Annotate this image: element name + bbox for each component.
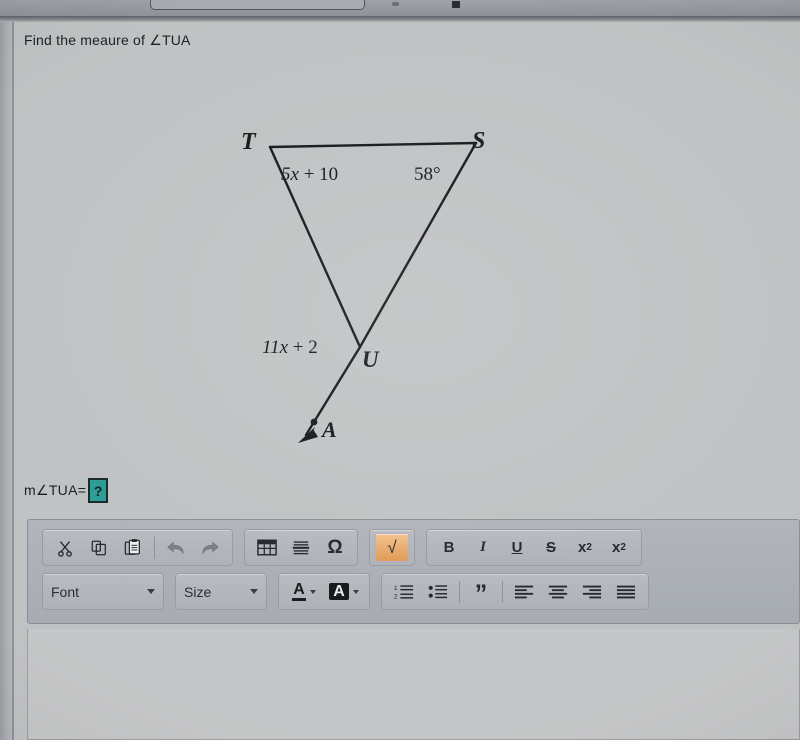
highlight-color-glyph: A bbox=[329, 582, 349, 601]
underline-button[interactable]: U bbox=[500, 533, 534, 562]
italic-button[interactable]: I bbox=[466, 533, 500, 562]
toolbar-row-2: Font Size A A 1 2 ” bbox=[42, 573, 649, 610]
square-root-icon[interactable]: √ bbox=[375, 533, 409, 562]
question-prompt: Find the meaure of ∠TUA bbox=[24, 32, 191, 48]
bulleted-list-icon[interactable] bbox=[421, 577, 455, 606]
subscript-button[interactable]: x2 bbox=[568, 533, 602, 562]
copy-icon[interactable] bbox=[82, 533, 116, 562]
angle-measure-at-S: 58° bbox=[414, 164, 441, 185]
paragraph-group: 1 2 ” bbox=[381, 573, 649, 610]
angle-expression-at-T: 5x + 10 bbox=[281, 164, 338, 186]
blockquote-icon[interactable]: ” bbox=[464, 577, 498, 607]
toolbar-separator bbox=[502, 580, 503, 603]
special-character-icon[interactable]: Ω bbox=[318, 533, 352, 562]
triangle-diagram-svg bbox=[268, 141, 478, 443]
bold-button[interactable]: B bbox=[432, 533, 466, 562]
vertex-label-S: S bbox=[472, 128, 486, 154]
angle-U-coefficient: 11x bbox=[262, 337, 289, 358]
toolbar-separator bbox=[459, 580, 460, 603]
color-group: A A bbox=[278, 573, 370, 610]
align-justify-icon[interactable] bbox=[609, 577, 643, 606]
table-icon[interactable] bbox=[250, 533, 284, 562]
clipboard-group bbox=[42, 529, 233, 566]
chrome-marker-icon bbox=[452, 1, 460, 8]
answer-input-box[interactable]: ? bbox=[88, 478, 109, 503]
chrome-address-field[interactable] bbox=[150, 0, 365, 10]
align-left-icon[interactable] bbox=[507, 577, 541, 606]
point-marker-A bbox=[310, 418, 318, 426]
toolbar-row-1: Ω √ B I U S x2 x2 bbox=[42, 529, 642, 566]
size-select[interactable]: Size bbox=[175, 573, 267, 610]
vertex-label-T: T bbox=[241, 129, 256, 155]
editor-content-area[interactable] bbox=[27, 629, 800, 740]
subscript-base: x bbox=[578, 539, 587, 556]
angle-T-coefficient: 5x bbox=[281, 164, 299, 185]
cut-icon[interactable] bbox=[48, 533, 82, 562]
equation-group: √ bbox=[369, 529, 415, 566]
segment-TS bbox=[268, 141, 478, 149]
strikethrough-button[interactable]: S bbox=[534, 533, 568, 562]
vertex-label-A: A bbox=[322, 417, 337, 442]
undo-icon[interactable] bbox=[159, 533, 193, 562]
question-page: Find the meaure of ∠TUA T S U A 5x + 10 … bbox=[14, 22, 800, 740]
text-color-button[interactable]: A bbox=[284, 577, 324, 606]
chrome-indicator-icon bbox=[392, 2, 399, 6]
highlight-color-button[interactable]: A bbox=[324, 577, 364, 606]
chevron-down-icon bbox=[352, 589, 359, 594]
superscript-button[interactable]: x2 bbox=[602, 533, 636, 562]
align-center-icon[interactable] bbox=[541, 577, 575, 606]
toolbar-separator bbox=[154, 536, 155, 559]
paste-icon[interactable] bbox=[116, 533, 150, 562]
angle-expression-at-U: 11x + 2 bbox=[262, 337, 318, 359]
subscript-script: 2 bbox=[586, 541, 592, 553]
rich-text-editor: Ω √ B I U S x2 x2 Font Size A A 1 2 ” bbox=[27, 519, 800, 740]
editor-toolbar: Ω √ B I U S x2 x2 Font Size A A 1 2 ” bbox=[27, 519, 800, 624]
align-right-icon[interactable] bbox=[575, 577, 609, 606]
numbered-list-icon[interactable]: 1 2 bbox=[387, 577, 421, 606]
svg-text:2: 2 bbox=[394, 593, 398, 600]
horizontal-rule-icon[interactable] bbox=[284, 533, 318, 562]
size-select-label: Size bbox=[184, 583, 212, 600]
page-left-gutter bbox=[0, 22, 12, 740]
superscript-script: 2 bbox=[620, 541, 626, 553]
angle-T-constant: + 10 bbox=[303, 164, 339, 185]
screen-photo: Find the meaure of ∠TUA T S U A 5x + 10 … bbox=[0, 0, 800, 740]
geometry-figure: T S U A 5x + 10 58° 11x + 2 bbox=[214, 107, 534, 467]
font-select-label: Font bbox=[51, 583, 80, 600]
svg-text:1: 1 bbox=[394, 585, 398, 592]
chevron-down-icon bbox=[147, 589, 155, 594]
font-select[interactable]: Font bbox=[42, 573, 164, 610]
text-color-glyph: A bbox=[292, 582, 306, 601]
text-format-group: B I U S x2 x2 bbox=[426, 529, 642, 566]
chevron-down-icon bbox=[250, 589, 258, 594]
superscript-base: x bbox=[612, 539, 621, 556]
angle-U-constant: + 2 bbox=[292, 337, 318, 358]
answer-label: m∠TUA= bbox=[24, 482, 87, 498]
redo-icon[interactable] bbox=[193, 533, 227, 562]
insert-group: Ω bbox=[244, 529, 358, 566]
answer-line: m∠TUA= ? bbox=[24, 478, 109, 503]
vertex-label-U: U bbox=[362, 347, 379, 372]
chevron-down-icon bbox=[309, 589, 316, 594]
